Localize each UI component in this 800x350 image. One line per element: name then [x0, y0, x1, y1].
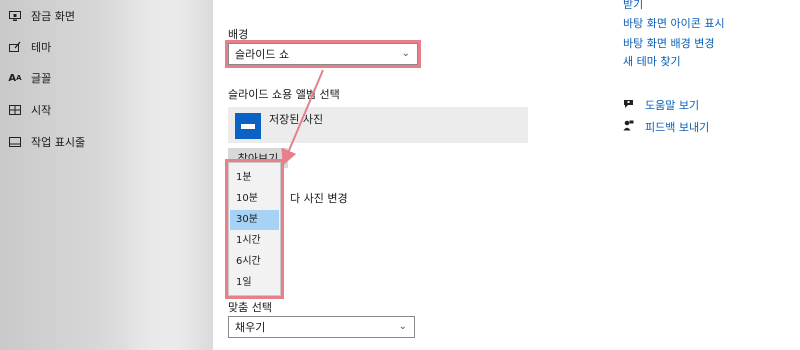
album-picker[interactable]: 저장된 사진 — [228, 107, 528, 143]
sidebar-item-taskbar[interactable]: 작업 표시줄 — [8, 131, 85, 153]
link-get[interactable]: 받기 — [623, 0, 643, 12]
brush-icon — [8, 40, 22, 54]
dropdown-option[interactable]: 1분 — [230, 168, 279, 188]
sidebar-item-label: 작업 표시줄 — [31, 136, 86, 149]
background-select[interactable]: 슬라이드 쇼 ⌄ — [225, 40, 421, 68]
change-picture-label: 다 사진 변경 — [290, 192, 348, 205]
dropdown-option[interactable]: 6시간 — [230, 252, 279, 272]
help-chat-icon — [623, 99, 637, 112]
feedback-person-icon — [623, 120, 637, 134]
font-icon: AA — [8, 72, 22, 84]
get-help-link[interactable]: 도움말 보기 — [623, 97, 699, 113]
fit-select[interactable]: 채우기 ⌄ — [228, 316, 415, 338]
sidebar-item-lock-screen[interactable]: 잠금 화면 — [8, 5, 75, 27]
sidebar-item-fonts[interactable]: AA 글꼴 — [8, 67, 51, 89]
sidebar-item-label: 글꼴 — [31, 72, 52, 85]
feedback-label: 피드백 보내기 — [645, 121, 710, 134]
album-name: 저장된 사진 — [269, 113, 324, 126]
sidebar-item-themes[interactable]: 테마 — [8, 36, 51, 58]
folder-icon — [235, 113, 261, 139]
dropdown-option[interactable]: 10분 — [230, 189, 279, 209]
chevron-down-icon: ⌄ — [398, 321, 407, 332]
interval-dropdown[interactable]: 1분 10분 30분 1시간 6시간 1일 — [225, 159, 284, 299]
feedback-link[interactable]: 피드백 보내기 — [623, 119, 709, 135]
link-change-background[interactable]: 바탕 화면 배경 변경 — [623, 35, 714, 51]
chevron-down-icon: ⌄ — [401, 48, 410, 59]
dropdown-option[interactable]: 1시간 — [230, 231, 279, 251]
link-desktop-icons[interactable]: 바탕 화면 아이콘 표시 — [623, 15, 725, 31]
fit-select-value: 채우기 — [235, 321, 266, 334]
sidebar-item-label: 테마 — [31, 41, 52, 54]
monitor-lock-icon — [8, 9, 22, 23]
taskbar-icon — [8, 135, 22, 149]
background-select-value: 슬라이드 쇼 — [235, 48, 290, 61]
fit-label: 맞춤 선택 — [228, 301, 272, 314]
get-help-label: 도움말 보기 — [645, 99, 700, 112]
sidebar-item-start[interactable]: 시작 — [8, 99, 51, 121]
dropdown-option[interactable]: 1일 — [230, 273, 279, 293]
sidebar-item-label: 시작 — [31, 104, 52, 117]
background-label: 배경 — [228, 28, 249, 41]
sidebar: 잠금 화면 테마 AA 글꼴 시작 작업 표시줄 — [0, 0, 213, 350]
main-content: 배경 슬라이드 쇼 ⌄ 슬라이드 쇼용 앨범 선택 저장된 사진 찾아보기 다 … — [213, 0, 800, 350]
start-grid-icon — [8, 103, 22, 117]
dropdown-option-selected[interactable]: 30분 — [230, 210, 279, 230]
sidebar-item-label: 잠금 화면 — [31, 10, 75, 23]
album-label: 슬라이드 쇼용 앨범 선택 — [228, 88, 340, 101]
link-find-themes[interactable]: 새 테마 찾기 — [623, 53, 681, 69]
